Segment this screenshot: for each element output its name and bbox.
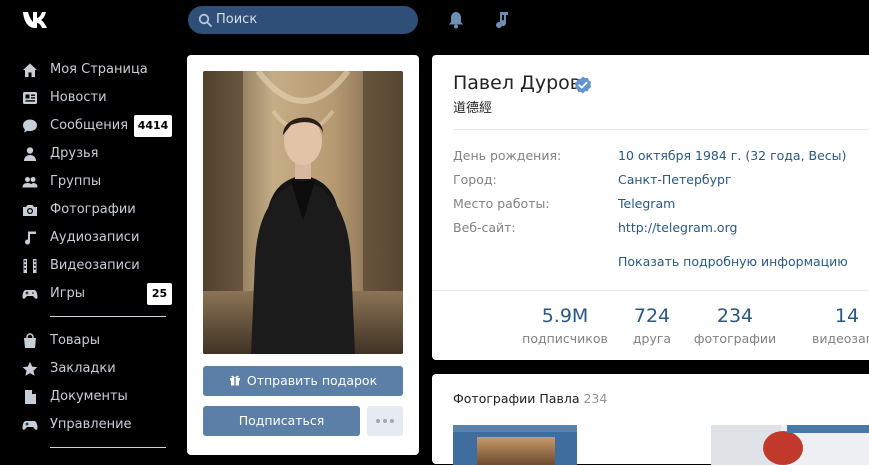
- stat-value: 234: [716, 305, 754, 327]
- gamepad-icon: [22, 290, 38, 299]
- more-dots-icon: [376, 419, 380, 423]
- sidebar-item-goods[interactable]: Товары: [0, 327, 180, 355]
- sidebar-item-label: Товары: [50, 333, 101, 348]
- stat-label: подписчиков: [522, 331, 608, 346]
- stat-photos[interactable]: 234 фотографии: [690, 305, 780, 346]
- birthday-value[interactable]: 10 октября 1984 г. (32 года, Весы): [618, 148, 846, 163]
- home-icon: [23, 63, 37, 77]
- more-actions-button[interactable]: [367, 406, 403, 436]
- sidebar-item-games[interactable]: Игры 25: [0, 280, 180, 308]
- photo-thumbnail[interactable]: [453, 425, 577, 465]
- sidebar-item-label: Моя Страница: [50, 62, 148, 77]
- stat-value: 5.9M: [541, 305, 589, 327]
- star-icon: [22, 361, 38, 376]
- friends-icon: [24, 147, 36, 161]
- stat-value: 724: [633, 305, 671, 327]
- sidebar-item-label: Видеозаписи: [50, 258, 140, 273]
- bag-icon: [24, 333, 36, 348]
- sidebar-divider: [50, 316, 166, 317]
- news-icon: [23, 92, 37, 104]
- sidebar-item-bookmarks[interactable]: Закладки: [0, 355, 180, 383]
- show-more-info-link[interactable]: Показать подробную информацию: [618, 254, 848, 269]
- groups-icon: [22, 177, 38, 188]
- stats-divider: [432, 290, 869, 291]
- info-divider: [453, 129, 869, 130]
- website-value[interactable]: http://telegram.org: [618, 220, 737, 235]
- vk-logo-icon[interactable]: [22, 10, 56, 30]
- sidebar-item-label: Игры: [50, 286, 86, 301]
- sidebar-item-label: Группы: [50, 174, 102, 189]
- messages-icon: [23, 119, 37, 133]
- photo-thumbnail[interactable]: [711, 425, 869, 465]
- photos-title: Фотографии Павла: [453, 391, 580, 406]
- sidebar-item-documents[interactable]: Документы: [0, 383, 180, 411]
- sidebar-item-label: Фотографии: [50, 202, 136, 217]
- subscribe-button[interactable]: Подписаться: [203, 406, 360, 436]
- top-bar: Поиск: [0, 0, 869, 40]
- messages-count-badge: 4414: [134, 115, 172, 137]
- sidebar-item-video[interactable]: Видеозаписи: [0, 252, 180, 280]
- sidebar-item-groups[interactable]: Группы: [0, 168, 180, 196]
- photos-header[interactable]: Фотографии Павла 234: [453, 391, 607, 406]
- stat-followers[interactable]: 5.9M подписчиков: [520, 305, 610, 346]
- stat-label: видеозапи: [811, 331, 869, 346]
- stat-value: 14: [834, 305, 860, 327]
- music-icon: [25, 231, 36, 245]
- gamepad-icon: [22, 421, 38, 430]
- profile-info-card: Павел Дуров 道德經 День рождения: 10 октябр…: [432, 55, 869, 360]
- sidebar-item-label: Управление: [50, 417, 132, 432]
- send-gift-label: Отправить подарок: [246, 373, 378, 388]
- stat-label: фотографии: [693, 331, 777, 346]
- sidebar-item-messages[interactable]: Сообщения 4414: [0, 112, 180, 140]
- sidebar-item-friends[interactable]: Друзья: [0, 140, 180, 168]
- sidebar-item-label: Сообщения: [50, 118, 129, 133]
- website-label: Веб-сайт:: [453, 220, 516, 235]
- verified-icon: [574, 76, 592, 94]
- games-count-badge: 25: [147, 283, 172, 305]
- sidebar-divider: [50, 447, 166, 448]
- search-icon: [198, 13, 212, 27]
- sidebar-item-label: Новости: [50, 90, 107, 105]
- birthday-label: День рождения:: [453, 148, 562, 163]
- sidebar-item-label: Документы: [50, 389, 128, 404]
- sidebar-item-my-page[interactable]: Моя Страница: [0, 56, 180, 84]
- profile-name: Павел Дуров: [453, 72, 581, 94]
- sidebar-item-label: Аудиозаписи: [50, 230, 140, 245]
- profile-photo[interactable]: [203, 71, 403, 354]
- profile-status: 道德經: [453, 101, 493, 116]
- sidebar-item-news[interactable]: Новости: [0, 84, 180, 112]
- avatar-card: Отправить подарок Подписаться: [187, 55, 419, 455]
- search-placeholder: Поиск: [216, 12, 258, 27]
- stat-videos[interactable]: 14 видеозапи: [802, 305, 869, 346]
- city-label: Город:: [453, 172, 497, 187]
- music-note-icon[interactable]: [494, 10, 510, 30]
- sidebar-item-audio[interactable]: Аудиозаписи: [0, 224, 180, 252]
- sidebar-item-label: Закладки: [50, 361, 116, 376]
- document-icon: [25, 390, 36, 404]
- bell-icon[interactable]: [448, 11, 464, 29]
- search-input[interactable]: Поиск: [188, 6, 418, 34]
- gift-icon: [229, 375, 240, 386]
- sidebar-item-management[interactable]: Управление: [0, 411, 180, 439]
- camera-icon: [23, 205, 37, 216]
- stat-label: друга: [632, 331, 672, 346]
- workplace-value[interactable]: Telegram: [618, 196, 675, 211]
- photos-card: Фотографии Павла 234: [432, 374, 869, 465]
- stat-friends[interactable]: 724 друга: [617, 305, 687, 346]
- city-value[interactable]: Санкт-Петербург: [618, 172, 732, 187]
- film-icon: [23, 259, 37, 273]
- sidebar-item-photos[interactable]: Фотографии: [0, 196, 180, 224]
- sidebar-item-label: Друзья: [50, 146, 99, 161]
- photos-count: 234: [583, 391, 608, 406]
- send-gift-button[interactable]: Отправить подарок: [203, 366, 403, 396]
- workplace-label: Место работы:: [453, 196, 550, 211]
